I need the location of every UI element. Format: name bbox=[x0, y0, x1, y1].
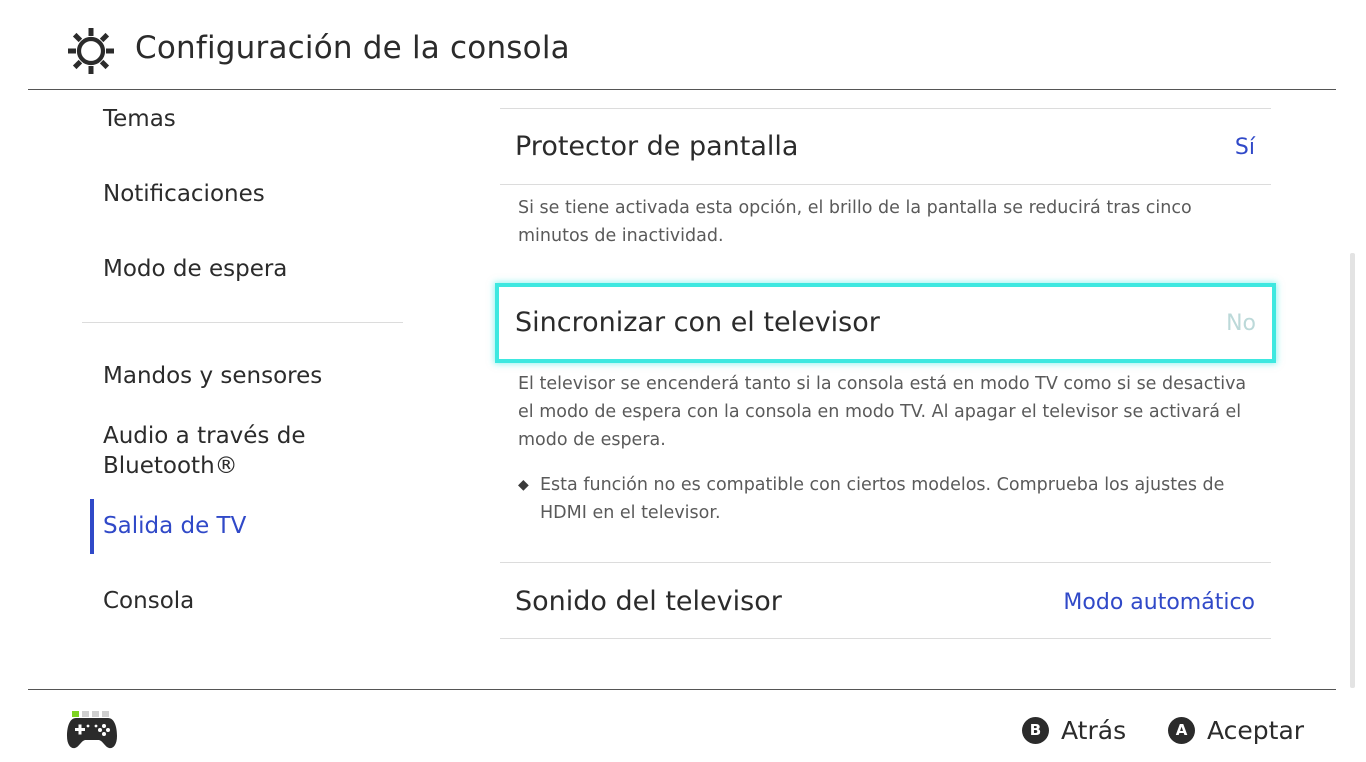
setting-label: Protector de pantalla bbox=[515, 131, 799, 162]
setting-row-tv-sync[interactable]: Sincronizar con el televisor No bbox=[495, 283, 1276, 363]
setting-value: No bbox=[1226, 311, 1256, 336]
gear-icon bbox=[68, 28, 114, 74]
setting-value: Sí bbox=[1234, 135, 1255, 160]
setting-description: El televisor se encenderá tanto si la co… bbox=[518, 374, 1247, 450]
footer: B Atrás A Aceptar bbox=[0, 690, 1366, 762]
setting-label: Sincronizar con el televisor bbox=[515, 307, 880, 338]
settings-list: Protector de pantalla Sí Si se tiene act… bbox=[495, 90, 1285, 689]
row-divider bbox=[500, 562, 1271, 563]
setting-value: Modo automático bbox=[1063, 590, 1255, 615]
setting-note: ◆ Esta función no es compatible con ciert… bbox=[518, 471, 1248, 527]
player-indicator bbox=[72, 702, 116, 717]
sidebar-divider bbox=[82, 322, 403, 323]
back-button[interactable]: B Atrás bbox=[1022, 714, 1126, 746]
console-settings-screen: Configuración de la consola Temas Notifi… bbox=[0, 0, 1366, 762]
sidebar-item-notifications[interactable]: Notificaciones bbox=[103, 179, 265, 209]
sidebar-item-themes[interactable]: Temas bbox=[103, 104, 176, 134]
diamond-bullet-icon: ◆ bbox=[518, 477, 529, 493]
row-divider bbox=[500, 184, 1271, 185]
scrollbar[interactable] bbox=[1350, 253, 1355, 688]
sidebar-item-bluetooth-audio[interactable]: Audio a través de Bluetooth® bbox=[103, 421, 343, 481]
note-text: Esta función no es compatible con cierto… bbox=[540, 475, 1225, 523]
active-indicator bbox=[90, 499, 94, 554]
page-title: Configuración de la consola bbox=[135, 30, 570, 66]
b-button-icon: B bbox=[1022, 716, 1049, 744]
row-divider bbox=[500, 638, 1271, 639]
sidebar-item-sleep-mode[interactable]: Modo de espera bbox=[103, 254, 287, 284]
accept-label: Aceptar bbox=[1207, 715, 1305, 745]
accept-button[interactable]: A Aceptar bbox=[1168, 714, 1304, 746]
setting-label: Sonido del televisor bbox=[515, 586, 782, 617]
header: Configuración de la consola bbox=[0, 0, 1366, 90]
sidebar-item-system[interactable]: Consola bbox=[103, 586, 194, 616]
a-button-icon: A bbox=[1168, 716, 1195, 744]
gamepad-icon bbox=[67, 718, 117, 749]
sidebar-item-tv-output[interactable]: Salida de TV bbox=[103, 511, 246, 541]
sidebar: Temas Notificaciones Modo de espera Mand… bbox=[0, 90, 420, 689]
sidebar-item-controllers[interactable]: Mandos y sensores bbox=[103, 361, 322, 391]
back-label: Atrás bbox=[1061, 715, 1127, 745]
row-divider bbox=[500, 108, 1271, 109]
setting-description: Si se tiene activada esta opción, el bri… bbox=[518, 198, 1192, 246]
